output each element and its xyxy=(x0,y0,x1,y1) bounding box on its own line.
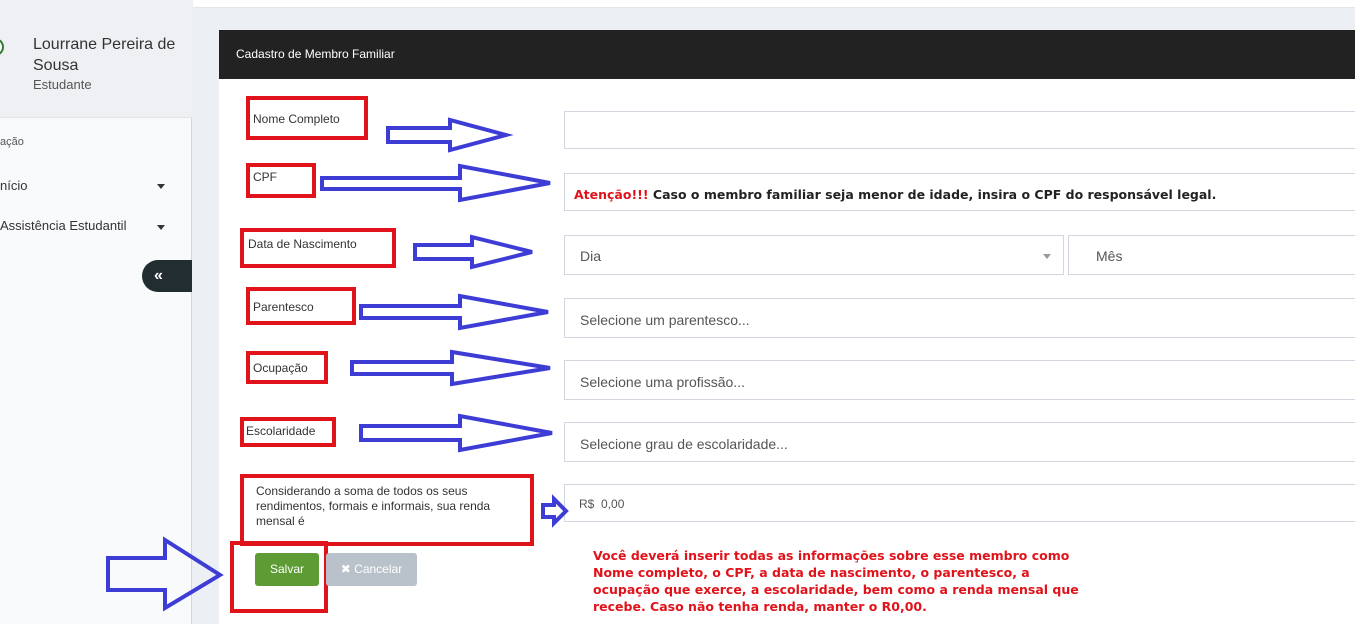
arrow-right-icon xyxy=(359,413,553,453)
arrow-right-icon xyxy=(350,349,551,387)
arrow-right-icon xyxy=(386,117,514,153)
arrow-right-icon xyxy=(320,163,551,203)
annotation-arrows xyxy=(106,117,569,612)
arrow-right-icon xyxy=(106,536,224,612)
arrow-right-icon xyxy=(541,494,569,528)
arrow-right-icon xyxy=(413,234,533,270)
arrow-right-icon xyxy=(359,293,549,331)
